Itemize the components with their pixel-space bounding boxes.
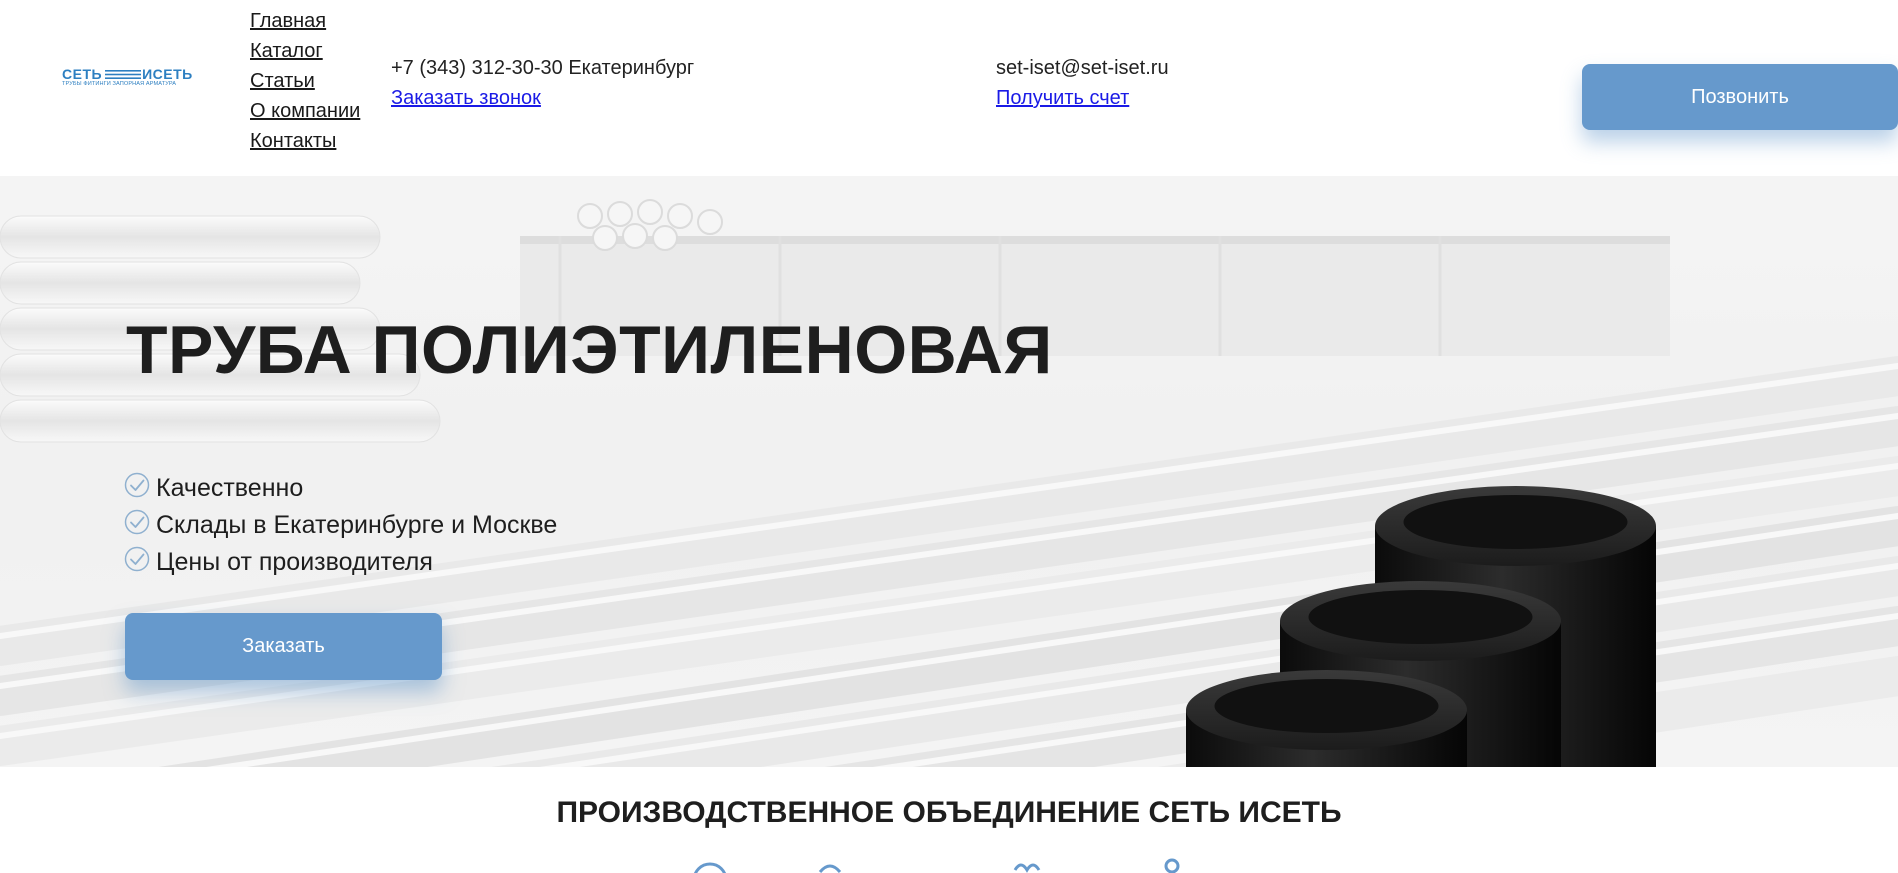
feature-label: Склады в Екатеринбурге и Москве [156, 511, 558, 539]
phone-block: +7 (343) 312-30-30 Екатеринбург Заказать… [391, 53, 694, 113]
feature-item: Цены от производителя [124, 544, 557, 581]
nav-link-home[interactable]: Главная [250, 10, 326, 32]
logo-lines-icon [105, 70, 141, 79]
invoice-link[interactable]: Получить счет [996, 87, 1129, 109]
feature-item: Качественно [124, 470, 557, 507]
feature-label: Цены от производителя [156, 548, 433, 576]
site-header: СЕТЬ ИСЕТЬ ТРУБЫ ФИТИНГИ ЗАПОРНАЯ АРМАТУР… [0, 0, 1898, 176]
phone-text: +7 (343) 312-30-30 Екатеринбург [391, 57, 695, 79]
hero-banner: ТРУБА ПОЛИЭТИЛЕНОВАЯ Качественно Склады … [0, 176, 1898, 767]
feature-list: Качественно Склады в Екатеринбурге и Мос… [124, 470, 557, 581]
hero-title: ТРУБА ПОЛИЭТИЛЕНОВАЯ [126, 312, 1053, 388]
feature-icon [693, 858, 1180, 873]
feature-item: Склады в Екатеринбурге и Москве [124, 507, 557, 544]
black-pipes-image [1186, 486, 1656, 767]
nav-link-catalog[interactable]: Каталог [250, 40, 323, 62]
nav-link-articles[interactable]: Статьи [250, 70, 315, 92]
nav-item-catalog: Каталог [250, 39, 360, 69]
check-circle-icon [124, 546, 150, 572]
call-button[interactable]: Позвонить [1582, 64, 1898, 130]
check-circle-icon [124, 509, 150, 535]
email-text: set-iset@set-iset.ru [996, 57, 1169, 79]
order-button[interactable]: Заказать [125, 613, 442, 680]
section-title: ПРОИЗВОДСТВЕННОЕ ОБЪЕДИНЕНИЕ СЕТЬ ИСЕТЬ [556, 796, 1342, 829]
nav-item-about: О компании [250, 99, 360, 129]
nav-item-contacts: Контакты [250, 129, 360, 159]
company-logo[interactable]: СЕТЬ ИСЕТЬ ТРУБЫ ФИТИНГИ ЗАПОРНАЯ АРМАТУР… [62, 66, 192, 90]
email-block: set-iset@set-iset.ru Получить счет [996, 53, 1169, 113]
check-circle-icon [124, 472, 150, 498]
nav-link-about[interactable]: О компании [250, 100, 360, 122]
logo-subtitle: ТРУБЫ ФИТИНГИ ЗАПОРНАЯ АРМАТУРА [62, 81, 177, 87]
nav-item-home: Главная [250, 9, 360, 39]
feature-label: Качественно [156, 474, 304, 502]
main-nav: Главная Каталог Статьи О компании Контак… [250, 9, 360, 159]
section-icons-row [693, 858, 1180, 873]
nav-link-contacts[interactable]: Контакты [250, 130, 336, 152]
nav-item-articles: Статьи [250, 69, 360, 99]
callback-link[interactable]: Заказать звонок [391, 87, 541, 109]
